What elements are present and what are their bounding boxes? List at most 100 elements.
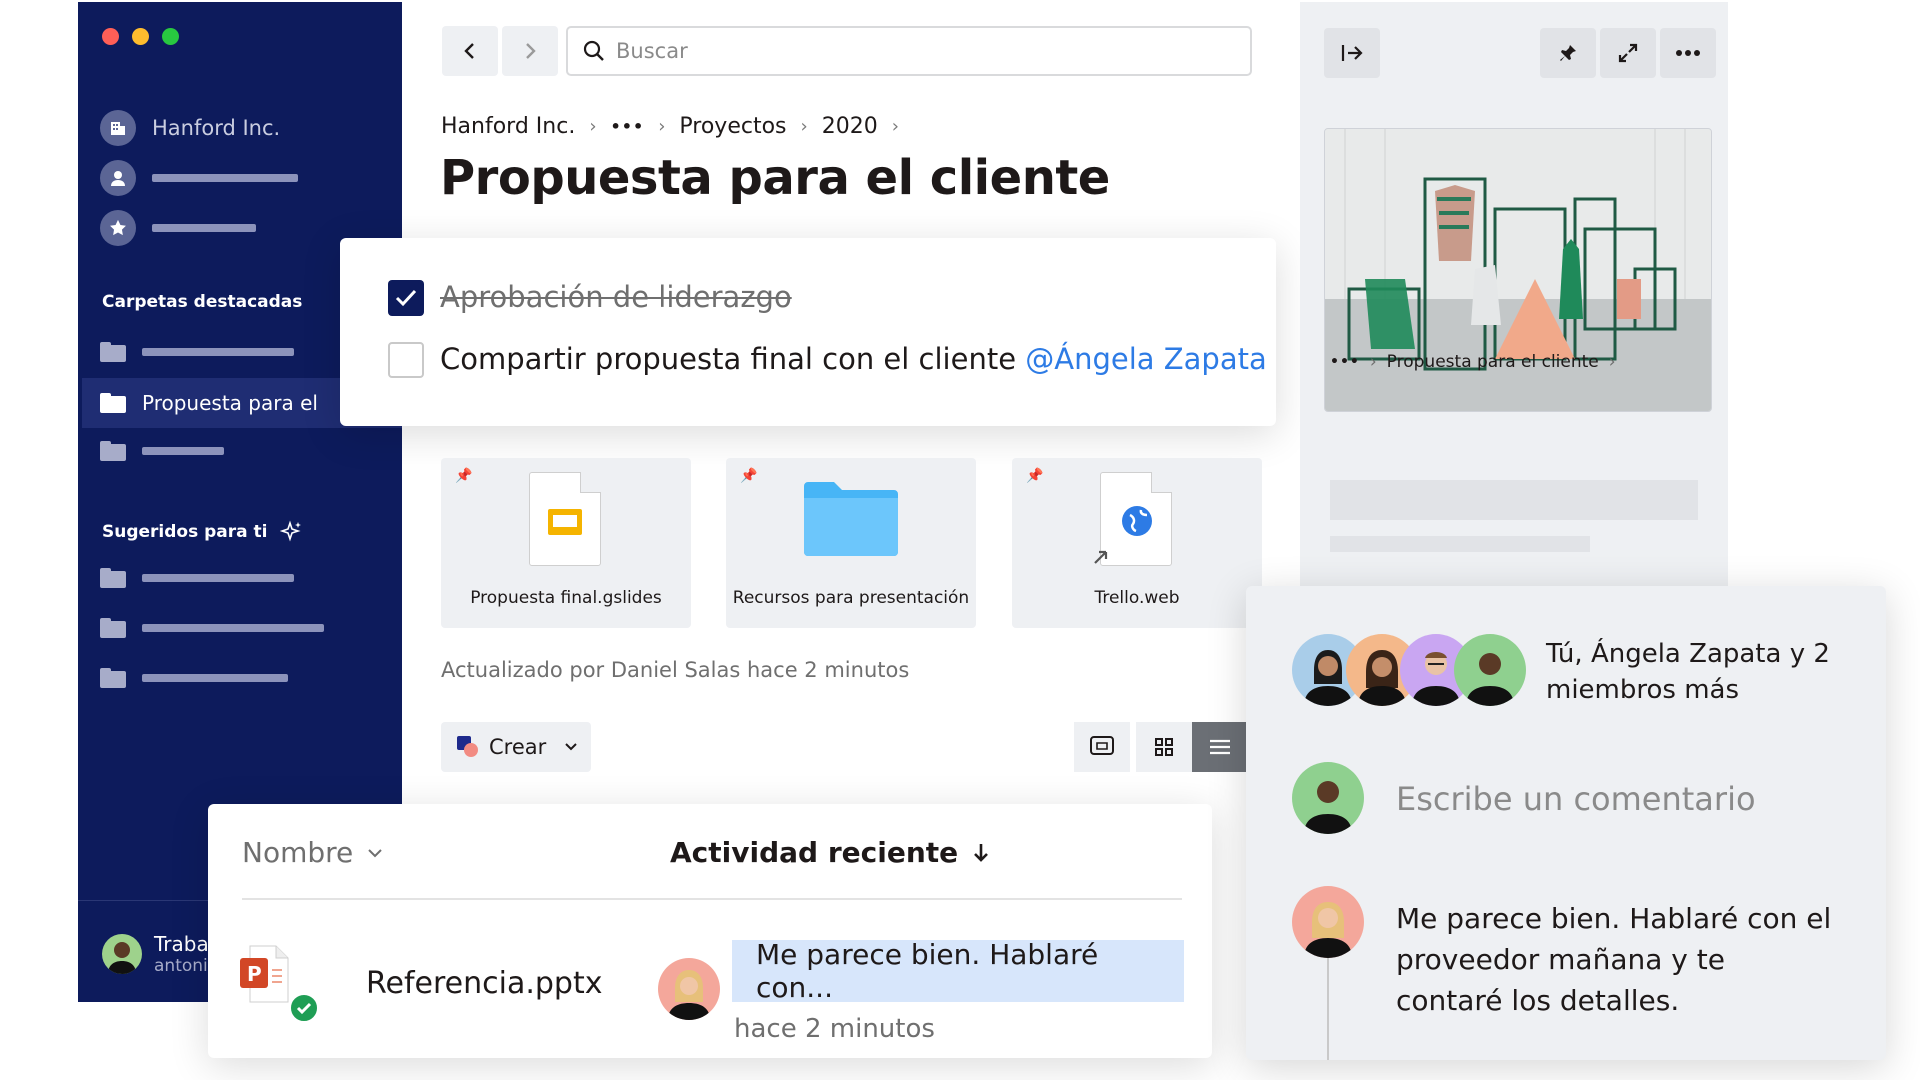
expand-button[interactable] [1600, 28, 1656, 78]
bubble-tail [732, 974, 746, 1002]
members-summary: Tú, Ángela Zapata y 2 miembros más [1546, 639, 1830, 705]
chevron-right-icon: › [1608, 352, 1616, 372]
powerpoint-file-icon: P [238, 944, 298, 1008]
suggested-heading: Sugeridos para ti [102, 520, 304, 544]
sidebar-placeholder-bar [142, 348, 294, 356]
window-zoom-button[interactable] [162, 28, 179, 45]
person-icon [100, 160, 136, 196]
expand-icon [1618, 43, 1638, 63]
task-checkbox-checked[interactable] [388, 280, 424, 316]
thread-line [1327, 958, 1329, 1060]
sidebar-folder-item[interactable] [100, 332, 294, 372]
create-button-label: Crear [489, 735, 547, 759]
pin-icon: 📌 [455, 468, 473, 484]
collapse-panel-button[interactable] [1324, 28, 1380, 78]
column-header-name-label: Nombre [242, 836, 354, 869]
pin-button[interactable] [1540, 28, 1596, 78]
breadcrumb-org[interactable]: Hanford Inc. [441, 114, 575, 139]
create-button[interactable]: Crear [441, 722, 591, 772]
task-leadership-approval[interactable]: Aprobación de liderazgo [440, 280, 792, 314]
sidebar-item-starred[interactable] [100, 208, 256, 248]
column-header-activity[interactable]: Actividad reciente [670, 836, 990, 869]
chevron-down-icon [368, 848, 382, 857]
chevron-right-icon: › [800, 116, 808, 137]
view-grid-button[interactable] [1136, 722, 1192, 772]
folder-icon [100, 342, 126, 362]
search-input[interactable]: Buscar [566, 26, 1252, 76]
avatar [1292, 886, 1364, 958]
preview-breadcrumb-overflow[interactable]: ••• [1330, 354, 1360, 370]
back-button[interactable] [442, 26, 498, 76]
account-email: antoni [154, 956, 208, 976]
pin-icon: 📌 [1026, 468, 1044, 484]
featured-folders-heading: Carpetas destacadas [102, 292, 303, 312]
sidebar-folder-active[interactable]: Propuesta para el [100, 383, 318, 423]
last-updated-text: Actualizado por Daniel Salas hace 2 minu… [441, 658, 910, 682]
mention-link[interactable]: @Ángela Zapata [1025, 342, 1266, 376]
pin-icon [1560, 45, 1576, 61]
folder-icon [100, 668, 126, 688]
avatar [658, 958, 720, 1020]
star-icon [100, 210, 136, 246]
arrow-down-icon [974, 843, 989, 862]
sidebar-active-folder-label: Propuesta para el [142, 391, 318, 415]
chevron-right-icon [526, 43, 536, 59]
breadcrumb-year[interactable]: 2020 [822, 114, 878, 139]
task-share-proposal[interactable]: Compartir propuesta final con el cliente… [440, 342, 1267, 376]
card-label: Recursos para presentación [732, 588, 970, 608]
sidebar-folder-item[interactable] [100, 431, 224, 471]
card-label: Propuesta final.gslides [470, 588, 662, 608]
window-close-button[interactable] [102, 28, 119, 45]
check-icon [395, 289, 417, 307]
breadcrumb-projects[interactable]: Proyectos [679, 114, 786, 139]
sidebar-suggested-item[interactable] [100, 608, 324, 648]
skeleton-bar [1330, 480, 1698, 520]
pin-icon: 📌 [740, 468, 758, 484]
page-title: Propuesta para el cliente [440, 150, 1110, 206]
chevron-right-icon: › [589, 116, 597, 137]
sidebar-suggested-item[interactable] [100, 658, 288, 698]
chevron-right-icon: › [658, 116, 666, 137]
checklist-card: Aprobación de liderazgo Compartir propue… [340, 238, 1276, 426]
sidebar-item-personal[interactable] [100, 158, 298, 198]
more-options-button[interactable] [1660, 28, 1716, 78]
window-minimize-button[interactable] [132, 28, 149, 45]
view-preview-button[interactable] [1074, 722, 1130, 772]
search-icon [583, 40, 604, 61]
preview-breadcrumb-folder[interactable]: Propuesta para el cliente [1387, 352, 1599, 372]
activity-comment-preview[interactable]: Me parece bien. Hablaré con... [732, 938, 1184, 1004]
column-header-name[interactable]: Nombre [242, 836, 383, 869]
svg-text:P: P [247, 962, 262, 986]
pinned-card-slides[interactable]: 📌 Propuesta final.gslides [441, 458, 691, 628]
forward-button[interactable] [502, 26, 558, 76]
file-name[interactable]: Referencia.pptx [366, 966, 602, 1001]
pinned-card-web[interactable]: 📌 Trello.web [1012, 458, 1262, 628]
activity-comment-text: Me parece bien. Hablaré con... [756, 938, 1099, 1004]
sidebar-item-org[interactable]: Hanford Inc. [100, 108, 280, 148]
slides-icon [529, 472, 601, 566]
sidebar-suggested-item[interactable] [100, 558, 294, 598]
avatar [1454, 634, 1526, 706]
view-list-button[interactable] [1192, 722, 1248, 772]
preview-view-icon [1090, 736, 1114, 755]
account-name: Traba [154, 932, 209, 956]
activity-time: hace 2 minutos [734, 1014, 935, 1044]
breadcrumb-overflow[interactable]: ••• [611, 117, 645, 136]
grid-view-icon [1155, 738, 1173, 756]
sidebar-placeholder-bar [142, 624, 324, 632]
pinned-card-folder[interactable]: 📌 Recursos para presentación [726, 458, 976, 628]
avatar [1292, 762, 1364, 834]
task-checkbox-unchecked[interactable] [388, 342, 424, 378]
web-link-icon [1094, 472, 1172, 566]
folder-icon [100, 568, 126, 588]
column-header-activity-label: Actividad reciente [670, 836, 959, 869]
folder-icon [100, 618, 126, 638]
chevron-right-icon: › [1369, 352, 1377, 372]
member-avatars[interactable] [1292, 634, 1532, 710]
table-row[interactable]: P Referencia.pptx Me parece bien. Hablar… [208, 914, 1212, 1044]
account-switcher[interactable]: Traba antoni [102, 932, 209, 976]
panel-collapse-icon [1341, 45, 1363, 61]
comment-input[interactable]: Escribe un comentario [1396, 780, 1756, 818]
file-table: Nombre Actividad reciente P Referencia.p… [208, 804, 1212, 1058]
folder-icon [804, 482, 898, 556]
